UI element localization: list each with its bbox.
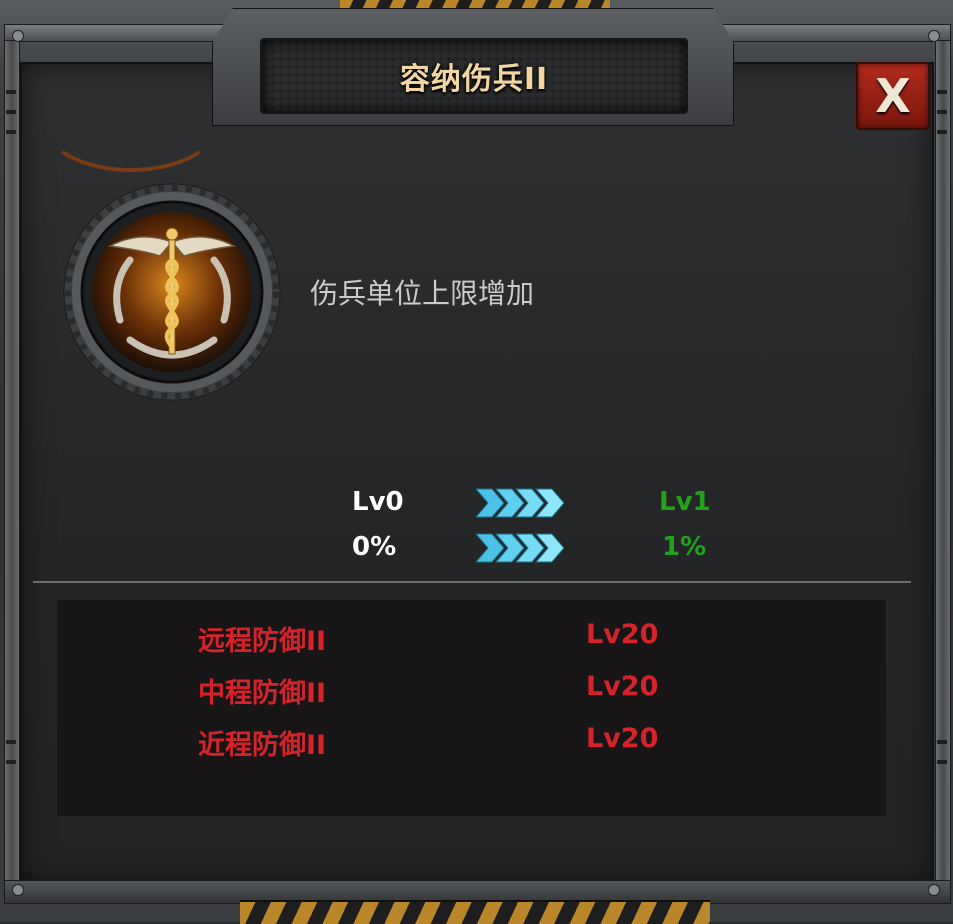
title-bar: 容纳伤兵II: [260, 38, 688, 114]
frame-right-rail: [935, 40, 951, 902]
vent-slot: [937, 110, 947, 114]
medic-caduceus-icon: [63, 183, 281, 401]
cable-decoration: [42, 74, 220, 172]
frame-left-rail: [4, 40, 20, 902]
next-value: 1%: [662, 532, 707, 562]
vent-slot: [6, 130, 16, 134]
vent-slot: [937, 760, 947, 764]
requirement-level: Lv20: [586, 619, 659, 650]
vent-slot: [6, 740, 16, 744]
next-level: Lv1: [659, 487, 711, 517]
current-value: 0%: [352, 532, 397, 562]
requirement-level: Lv20: [586, 671, 659, 702]
vent-slot: [6, 90, 16, 94]
requirement-name: 远程防御II: [198, 626, 327, 657]
section-divider: [33, 581, 911, 583]
hazard-stripe-bottom: [240, 900, 710, 924]
requirement-name: 近程防御II: [198, 730, 327, 761]
close-button[interactable]: X: [856, 62, 930, 130]
vent-slot: [937, 90, 947, 94]
vent-slot: [937, 130, 947, 134]
current-level: Lv0: [352, 487, 404, 517]
requirements-panel: [57, 600, 886, 816]
chevron-arrows-icon: [476, 533, 564, 563]
bolt: [928, 884, 940, 896]
vent-slot: [6, 760, 16, 764]
close-icon: X: [875, 69, 911, 123]
chevron-arrows-icon: [476, 488, 564, 518]
requirement-level: Lv20: [586, 723, 659, 754]
dialog-title: 容纳伤兵II: [399, 62, 549, 97]
bolt: [12, 884, 24, 896]
requirement-name: 中程防御II: [198, 678, 327, 709]
vent-slot: [6, 110, 16, 114]
bolt: [12, 30, 24, 42]
vent-slot: [937, 740, 947, 744]
bolt: [928, 30, 940, 42]
skill-description: 伤兵单位上限增加: [310, 277, 535, 310]
